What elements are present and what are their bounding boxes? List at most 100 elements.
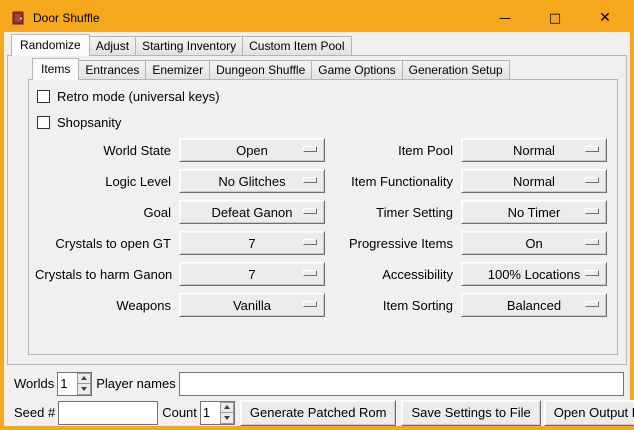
crystals-ganon-value: 7 bbox=[248, 267, 255, 282]
progressive-items-label: Progressive Items bbox=[331, 236, 455, 251]
tab-enemizer[interactable]: Enemizer bbox=[145, 60, 210, 79]
dropdown-indicator-icon bbox=[585, 270, 599, 276]
window-content: Randomize Adjust Starting Inventory Cust… bbox=[4, 32, 630, 426]
goal-value: Defeat Ganon bbox=[212, 205, 293, 220]
items-pane: Retro mode (universal keys) Shopsanity W… bbox=[28, 79, 618, 355]
retro-mode-label: Retro mode (universal keys) bbox=[57, 89, 220, 104]
item-functionality-label: Item Functionality bbox=[331, 174, 455, 189]
goal-dropdown[interactable]: Defeat Ganon bbox=[179, 200, 325, 224]
dropdown-indicator-icon bbox=[585, 146, 599, 152]
seed-row: Seed # Count Generate Patched Rom Save S… bbox=[10, 400, 624, 425]
seed-label: Seed # bbox=[10, 405, 58, 420]
crystals-gt-dropdown[interactable]: 7 bbox=[179, 231, 325, 255]
seed-input[interactable] bbox=[58, 401, 158, 425]
tab-generation-setup[interactable]: Generation Setup bbox=[402, 60, 510, 79]
open-output-directory-button[interactable]: Open Output Directory bbox=[544, 400, 634, 426]
accessibility-dropdown[interactable]: 100% Locations bbox=[461, 262, 607, 286]
tab-game-options[interactable]: Game Options bbox=[311, 60, 402, 79]
app-icon bbox=[10, 10, 26, 26]
shopsanity-row: Shopsanity bbox=[37, 110, 611, 134]
logic-level-dropdown[interactable]: No Glitches bbox=[179, 169, 325, 193]
dropdown-indicator-icon bbox=[585, 239, 599, 245]
dropdown-indicator-icon bbox=[303, 146, 317, 152]
dropdown-indicator-icon bbox=[585, 177, 599, 183]
crystals-ganon-label: Crystals to harm Ganon bbox=[35, 267, 173, 282]
worlds-input[interactable] bbox=[58, 373, 77, 395]
worlds-spinbox bbox=[57, 372, 92, 396]
titlebar[interactable]: Door Shuffle — □ ✕ bbox=[4, 4, 630, 32]
dropdown-indicator-icon bbox=[303, 270, 317, 276]
dropdown-indicator-icon bbox=[303, 208, 317, 214]
count-input[interactable] bbox=[201, 402, 220, 424]
arrow-down-icon bbox=[224, 416, 230, 420]
save-settings-button[interactable]: Save Settings to File bbox=[401, 400, 540, 426]
arrow-down-icon bbox=[81, 387, 87, 391]
shopsanity-checkbox[interactable] bbox=[37, 116, 50, 129]
generate-patched-rom-button[interactable]: Generate Patched Rom bbox=[240, 400, 397, 426]
world-state-value: Open bbox=[236, 143, 268, 158]
progressive-items-value: On bbox=[525, 236, 542, 251]
dropdown-indicator-icon bbox=[585, 208, 599, 214]
count-label: Count bbox=[158, 405, 200, 420]
count-spinbox bbox=[200, 401, 235, 425]
maximize-button[interactable]: □ bbox=[530, 4, 580, 32]
crystals-gt-value: 7 bbox=[248, 236, 255, 251]
window-title: Door Shuffle bbox=[33, 11, 100, 25]
tab-randomize[interactable]: Randomize bbox=[11, 34, 90, 56]
tab-adjust[interactable]: Adjust bbox=[89, 36, 136, 55]
arrow-up-icon bbox=[224, 405, 230, 409]
worlds-row: Worlds Player names bbox=[10, 371, 624, 396]
item-sorting-dropdown[interactable]: Balanced bbox=[461, 293, 607, 317]
crystals-gt-label: Crystals to open GT bbox=[35, 236, 173, 251]
timer-setting-value: No Timer bbox=[508, 205, 561, 220]
dropdown-indicator-icon bbox=[303, 239, 317, 245]
timer-setting-dropdown[interactable]: No Timer bbox=[461, 200, 607, 224]
retro-mode-checkbox[interactable] bbox=[37, 90, 50, 103]
tab-dungeon-shuffle[interactable]: Dungeon Shuffle bbox=[209, 60, 312, 79]
worlds-spin-buttons bbox=[77, 373, 91, 395]
dropdown-indicator-icon bbox=[303, 301, 317, 307]
minimize-button[interactable]: — bbox=[480, 4, 530, 32]
item-functionality-dropdown[interactable]: Normal bbox=[461, 169, 607, 193]
count-spin-buttons bbox=[220, 402, 234, 424]
accessibility-value: 100% Locations bbox=[488, 267, 581, 282]
bottom-controls: Worlds Player names Seed # Count bbox=[10, 371, 624, 425]
settings-grid: World State Open Item Pool Normal Logic … bbox=[35, 138, 611, 317]
worlds-label: Worlds bbox=[10, 376, 57, 391]
timer-setting-label: Timer Setting bbox=[331, 205, 455, 220]
progressive-items-dropdown[interactable]: On bbox=[461, 231, 607, 255]
accessibility-label: Accessibility bbox=[331, 267, 455, 282]
player-names-label: Player names bbox=[92, 376, 178, 391]
tab-custom-item-pool[interactable]: Custom Item Pool bbox=[242, 36, 351, 55]
dropdown-indicator-icon bbox=[303, 177, 317, 183]
count-spin-down-button[interactable] bbox=[220, 413, 234, 424]
weapons-dropdown[interactable]: Vanilla bbox=[179, 293, 325, 317]
tab-starting-inventory[interactable]: Starting Inventory bbox=[135, 36, 243, 55]
crystals-ganon-dropdown[interactable]: 7 bbox=[179, 262, 325, 286]
player-names-input[interactable] bbox=[179, 372, 624, 396]
goal-label: Goal bbox=[35, 205, 173, 220]
retro-mode-row: Retro mode (universal keys) bbox=[37, 84, 611, 108]
item-functionality-value: Normal bbox=[513, 174, 555, 189]
main-tab-bar: Randomize Adjust Starting Inventory Cust… bbox=[7, 34, 627, 55]
shopsanity-label: Shopsanity bbox=[57, 115, 121, 130]
item-sorting-label: Item Sorting bbox=[331, 298, 455, 313]
count-spin-up-button[interactable] bbox=[220, 402, 234, 414]
item-pool-dropdown[interactable]: Normal bbox=[461, 138, 607, 162]
close-button[interactable]: ✕ bbox=[580, 4, 630, 32]
world-state-dropdown[interactable]: Open bbox=[179, 138, 325, 162]
weapons-value: Vanilla bbox=[233, 298, 271, 313]
item-pool-label: Item Pool bbox=[331, 143, 455, 158]
sub-tab-bar: Items Entrances Enemizer Dungeon Shuffle… bbox=[28, 58, 618, 79]
arrow-up-icon bbox=[81, 376, 87, 380]
item-pool-value: Normal bbox=[513, 143, 555, 158]
worlds-spin-up-button[interactable] bbox=[77, 373, 91, 385]
worlds-spin-down-button[interactable] bbox=[77, 384, 91, 395]
logic-level-label: Logic Level bbox=[35, 174, 173, 189]
randomize-pane: Items Entrances Enemizer Dungeon Shuffle… bbox=[7, 55, 627, 365]
tab-items[interactable]: Items bbox=[32, 58, 79, 80]
weapons-label: Weapons bbox=[35, 298, 173, 313]
window: Door Shuffle — □ ✕ Randomize Adjust Star… bbox=[0, 0, 634, 430]
caption-buttons: — □ ✕ bbox=[480, 4, 630, 32]
tab-entrances[interactable]: Entrances bbox=[78, 60, 146, 79]
